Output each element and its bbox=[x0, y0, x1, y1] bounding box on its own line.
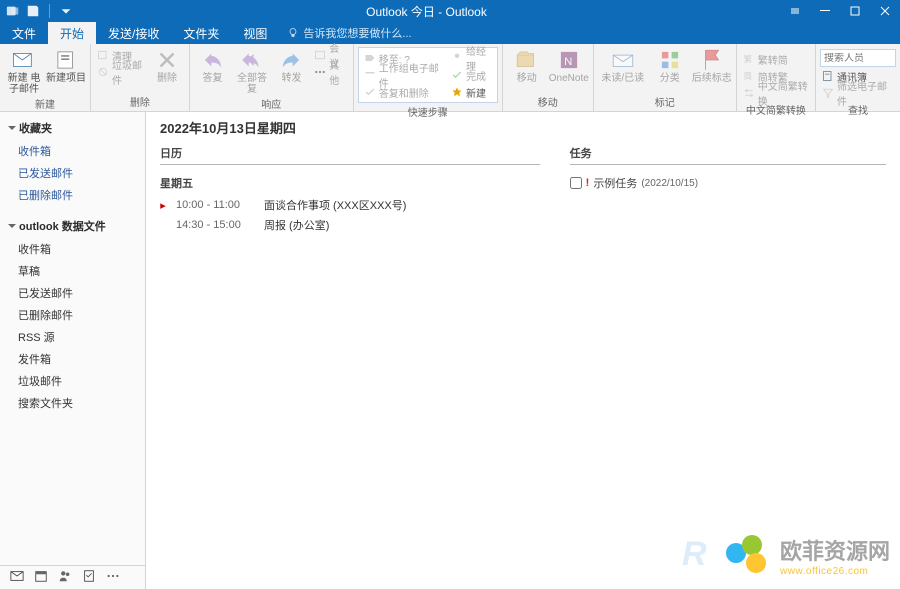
customize-qat-icon[interactable] bbox=[59, 4, 73, 18]
chevron-down-icon bbox=[8, 222, 16, 230]
group-quicksteps: 移至: ? 工作组电子邮件 答复和删除 给经理 完成 新建 快速步骤 bbox=[354, 44, 503, 111]
tab-view[interactable]: 视图 bbox=[231, 22, 279, 44]
tab-folders[interactable]: 文件夹 bbox=[171, 22, 231, 44]
calendar-module-icon[interactable] bbox=[34, 569, 48, 586]
ribbon: 新建 电子邮件 新建项目 新建 清理 垃圾邮件 删除 删除 答复 全部答复 转发… bbox=[0, 44, 900, 112]
maximize-button[interactable] bbox=[840, 0, 870, 22]
navigation-pane: 收藏夹 收件箱 已发送邮件 已删除邮件 outlook 数据文件 收件箱 草稿 … bbox=[0, 112, 146, 589]
task-due: (2022/10/15) bbox=[641, 178, 698, 189]
favorites-sent[interactable]: 已发送邮件 bbox=[0, 162, 145, 184]
group-respond: 答复 全部答复 转发 会议 其他 响应 bbox=[190, 44, 354, 111]
folder-inbox[interactable]: 收件箱 bbox=[0, 238, 145, 260]
title-bar: Outlook 今日 - Outlook bbox=[0, 0, 900, 22]
tasks-heading: 任务 bbox=[570, 145, 886, 165]
svg-text:简: 简 bbox=[744, 71, 752, 81]
event-subject: 周报 (办公室) bbox=[264, 217, 329, 233]
group-delete-label: 删除 bbox=[95, 93, 185, 111]
reply-button[interactable]: 答复 bbox=[194, 47, 231, 95]
group-delete: 清理 垃圾邮件 删除 删除 bbox=[91, 44, 190, 111]
favorites-deleted[interactable]: 已删除邮件 bbox=[0, 184, 145, 206]
tab-sendreceive[interactable]: 发送/接收 bbox=[96, 22, 171, 44]
onenote-button[interactable]: NOneNote bbox=[549, 47, 589, 84]
junk-button[interactable]: 垃圾邮件 bbox=[95, 64, 147, 80]
task-item[interactable]: ! 示例任务 (2022/10/15) bbox=[570, 173, 886, 193]
group-respond-label: 响应 bbox=[194, 95, 349, 113]
group-new-label: 新建 bbox=[4, 95, 86, 113]
delete-button[interactable]: 删除 bbox=[149, 47, 184, 84]
folder-drafts[interactable]: 草稿 bbox=[0, 260, 145, 282]
favorites-header[interactable]: 收藏夹 bbox=[0, 116, 145, 140]
forward-button[interactable]: 转发 bbox=[273, 47, 310, 95]
folder-junk[interactable]: 垃圾邮件 bbox=[0, 370, 145, 392]
categorize-button[interactable]: 分类 bbox=[650, 47, 690, 84]
minimize-button[interactable] bbox=[810, 0, 840, 22]
priority-icon: ! bbox=[586, 177, 590, 189]
tell-me-label: 告诉我您想要做什么... bbox=[303, 25, 411, 41]
group-tags: 未读/已读 分类 后续标志 标记 bbox=[594, 44, 737, 111]
tasks-section: 任务 ! 示例任务 (2022/10/15) bbox=[570, 145, 886, 235]
group-move: 移动 NOneNote 移动 bbox=[503, 44, 594, 111]
reply-all-button[interactable]: 全部答复 bbox=[233, 47, 270, 95]
window-title: Outlook 今日 - Outlook bbox=[73, 3, 780, 20]
close-button[interactable] bbox=[870, 0, 900, 22]
task-subject: 示例任务 bbox=[593, 175, 637, 191]
quick-steps-gallery[interactable]: 移至: ? 工作组电子邮件 答复和删除 给经理 完成 新建 bbox=[358, 47, 498, 103]
people-module-icon[interactable] bbox=[58, 569, 72, 586]
filter-email-button[interactable]: 筛选电子邮件 bbox=[820, 85, 896, 101]
group-find: 通讯簿 筛选电子邮件 查找 bbox=[816, 44, 900, 111]
event-marker-icon: ▸ bbox=[160, 199, 166, 212]
day-label: 星期五 bbox=[160, 175, 540, 191]
calendar-event[interactable]: 14:30 - 15:00 周报 (办公室) bbox=[160, 215, 540, 235]
outlook-icon bbox=[6, 4, 20, 18]
group-chinese: 繁繁转简 简简转繁 中文简繁转换 中文简繁转换 bbox=[737, 44, 816, 111]
ribbon-options-icon[interactable] bbox=[780, 0, 810, 22]
move-button[interactable]: 移动 bbox=[507, 47, 547, 84]
navigation-switcher bbox=[0, 565, 145, 589]
calendar-heading: 日历 bbox=[160, 145, 540, 165]
save-icon[interactable] bbox=[26, 4, 40, 18]
folder-deleted[interactable]: 已删除邮件 bbox=[0, 304, 145, 326]
event-subject: 面谈合作事项 (XXX区XXX号) bbox=[264, 197, 406, 213]
task-checkbox[interactable] bbox=[570, 177, 582, 189]
event-time: 14:30 - 15:00 bbox=[176, 219, 254, 231]
outlook-today-pane: 2022年10月13日星期四 日历 星期五 ▸ 10:00 - 11:00 面谈… bbox=[146, 112, 900, 589]
unread-button[interactable]: 未读/已读 bbox=[598, 47, 648, 84]
folder-outbox[interactable]: 发件箱 bbox=[0, 348, 145, 370]
more-modules-icon[interactable] bbox=[106, 569, 120, 586]
ribbon-tabs: 文件 开始 发送/接收 文件夹 视图 告诉我您想要做什么... bbox=[0, 22, 900, 44]
search-people-input[interactable] bbox=[824, 53, 892, 64]
group-tags-label: 标记 bbox=[598, 93, 732, 111]
more-respond-button[interactable]: 其他 bbox=[312, 64, 349, 80]
tab-file[interactable]: 文件 bbox=[0, 22, 48, 44]
search-people[interactable] bbox=[820, 49, 896, 67]
cn-convert-button[interactable]: 中文简繁转换 bbox=[741, 85, 811, 101]
bulb-icon bbox=[287, 27, 299, 39]
folder-rss[interactable]: RSS 源 bbox=[0, 326, 145, 348]
chevron-down-icon bbox=[8, 124, 16, 132]
event-time: 10:00 - 11:00 bbox=[176, 199, 254, 211]
today-date: 2022年10月13日星期四 bbox=[160, 118, 886, 137]
svg-text:繁: 繁 bbox=[744, 54, 752, 64]
new-email-button[interactable]: 新建 电子邮件 bbox=[4, 47, 44, 95]
new-items-button[interactable]: 新建项目 bbox=[46, 47, 86, 95]
favorites-inbox[interactable]: 收件箱 bbox=[0, 140, 145, 162]
calendar-event[interactable]: ▸ 10:00 - 11:00 面谈合作事项 (XXX区XXX号) bbox=[160, 195, 540, 215]
svg-text:N: N bbox=[564, 56, 572, 68]
group-move-label: 移动 bbox=[507, 93, 589, 111]
t2s-button[interactable]: 繁繁转简 bbox=[741, 51, 811, 67]
datafile-header[interactable]: outlook 数据文件 bbox=[0, 214, 145, 238]
group-new: 新建 电子邮件 新建项目 新建 bbox=[0, 44, 91, 111]
tab-home[interactable]: 开始 bbox=[48, 22, 96, 44]
window-controls bbox=[780, 0, 900, 22]
tasks-module-icon[interactable] bbox=[82, 569, 96, 586]
folder-search[interactable]: 搜索文件夹 bbox=[0, 392, 145, 414]
folder-sent[interactable]: 已发送邮件 bbox=[0, 282, 145, 304]
calendar-section: 日历 星期五 ▸ 10:00 - 11:00 面谈合作事项 (XXX区XXX号)… bbox=[160, 145, 540, 235]
mail-module-icon[interactable] bbox=[10, 569, 24, 586]
flag-button[interactable]: 后续标志 bbox=[692, 47, 732, 84]
